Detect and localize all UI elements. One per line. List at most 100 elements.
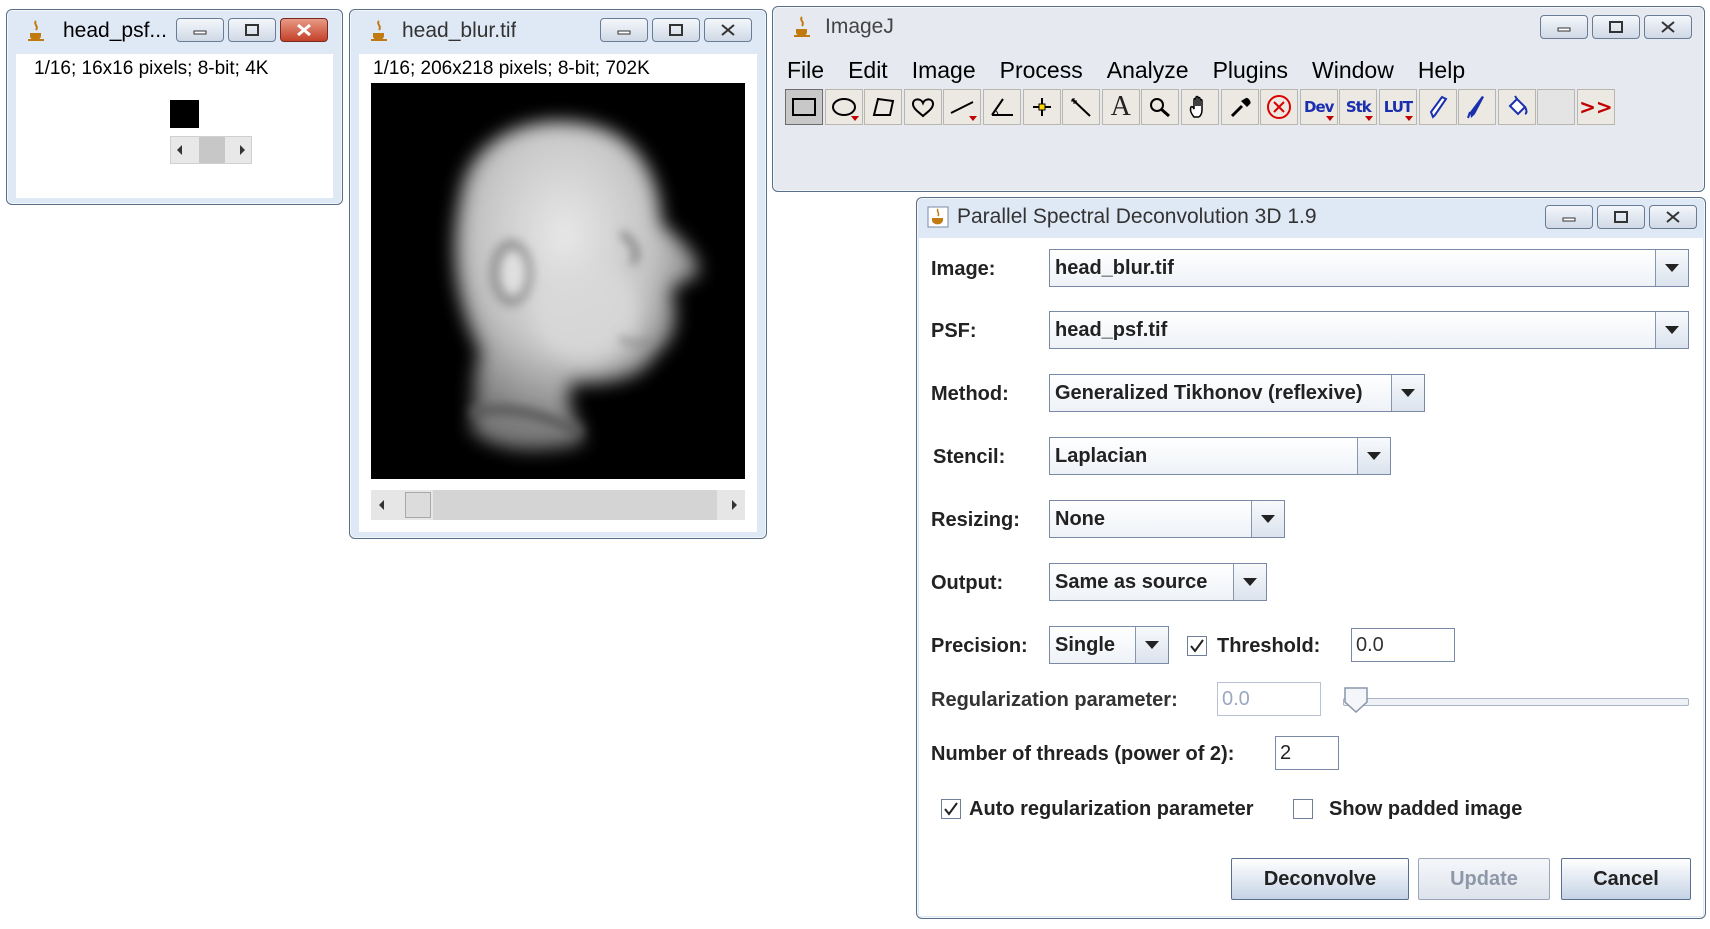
scroll-left-icon[interactable]	[177, 145, 182, 155]
stop-tool[interactable]	[1260, 89, 1299, 125]
show-padded-checkbox[interactable]	[1293, 799, 1313, 819]
threads-label: Number of threads (power of 2):	[931, 743, 1235, 765]
update-button[interactable]: Update	[1418, 858, 1550, 900]
slider-thumb[interactable]	[1343, 686, 1369, 714]
menu-bar: File Edit Image Process Analyze Plugins …	[775, 51, 1704, 89]
minimize-button[interactable]	[1540, 15, 1588, 39]
dialog-titlebar[interactable]: Parallel Spectral Deconvolution 3D 1.9	[917, 198, 1705, 236]
menu-image[interactable]: Image	[900, 57, 988, 84]
line-tool[interactable]	[943, 89, 982, 125]
pencil-icon	[1429, 95, 1447, 119]
auto-regularization-label: Auto regularization parameter	[969, 798, 1254, 820]
image-select[interactable]: head_blur.tif	[1049, 249, 1689, 287]
threshold-checkbox[interactable]	[1187, 636, 1207, 656]
stop-icon	[1267, 95, 1292, 119]
slice-scrollbar[interactable]	[170, 136, 252, 164]
scroll-right-icon[interactable]	[240, 145, 245, 155]
output-select[interactable]: Same as source	[1049, 563, 1267, 601]
angle-tool[interactable]	[982, 89, 1021, 125]
chevron-down-icon[interactable]	[1655, 250, 1688, 286]
angle-icon	[991, 98, 1013, 116]
menu-analyze[interactable]: Analyze	[1095, 57, 1201, 84]
more-tools-button[interactable]: >>	[1576, 89, 1615, 125]
scroll-track[interactable]	[433, 490, 717, 520]
dropper-tool[interactable]	[1220, 89, 1259, 125]
dropper-icon	[1230, 97, 1251, 118]
chevron-down-icon[interactable]	[1391, 375, 1424, 411]
rectangle-tool[interactable]	[785, 89, 823, 125]
polygon-tool[interactable]	[864, 89, 903, 125]
blurred-head-image[interactable]	[371, 83, 745, 479]
cancel-button[interactable]: Cancel	[1561, 858, 1691, 900]
minimize-button[interactable]	[1545, 205, 1593, 229]
pencil-tool[interactable]	[1418, 89, 1457, 125]
hand-tool[interactable]	[1180, 89, 1219, 125]
auto-regularization-checkbox[interactable]	[941, 799, 961, 819]
close-button[interactable]	[1649, 205, 1697, 229]
chevron-down-icon[interactable]	[1251, 501, 1284, 537]
stacks-menu-tool[interactable]: Stk	[1339, 89, 1378, 125]
scroll-thumb[interactable]	[405, 492, 431, 518]
minimize-button[interactable]	[176, 18, 224, 42]
scroll-thumb[interactable]	[199, 137, 225, 163]
chevron-down-icon[interactable]	[1135, 627, 1168, 663]
imagej-window: ImageJ File Edit Image Process Analyze P…	[772, 6, 1705, 192]
close-button[interactable]	[280, 18, 328, 42]
java-cup-icon	[927, 206, 949, 228]
point-tool[interactable]	[1022, 89, 1061, 125]
close-icon	[1661, 21, 1675, 33]
deconvolution-dialog: Parallel Spectral Deconvolution 3D 1.9 I…	[916, 197, 1706, 919]
psf-titlebar[interactable]: head_psf...	[7, 10, 342, 52]
psf-window: head_psf... 1/16; 16x16 pixels; 8-bit; 4…	[6, 9, 343, 205]
maximize-button[interactable]	[228, 18, 276, 42]
close-button[interactable]	[704, 18, 752, 42]
menu-window[interactable]: Window	[1300, 57, 1406, 84]
java-cup-icon	[370, 20, 388, 42]
chevron-down-icon[interactable]	[1233, 564, 1266, 600]
image-info: 1/16; 206x218 pixels; 8-bit; 702K	[373, 58, 650, 79]
output-label: Output:	[931, 572, 1004, 594]
minimize-button[interactable]	[600, 18, 648, 42]
oval-tool[interactable]	[824, 89, 863, 125]
stencil-select[interactable]: Laplacian	[1049, 437, 1391, 475]
lut-menu-tool[interactable]: LUT	[1378, 89, 1417, 125]
chevron-down-icon[interactable]	[1655, 312, 1688, 348]
resizing-select[interactable]: None	[1049, 500, 1285, 538]
flood-fill-tool[interactable]	[1497, 89, 1536, 125]
threads-input[interactable]	[1275, 736, 1339, 770]
maximize-button[interactable]	[1597, 205, 1645, 229]
brush-tool[interactable]	[1458, 89, 1497, 125]
scroll-right-icon[interactable]	[732, 500, 737, 510]
text-tool[interactable]: A	[1101, 89, 1140, 125]
java-cup-icon	[27, 20, 45, 42]
regularization-input[interactable]	[1217, 682, 1321, 716]
menu-help[interactable]: Help	[1406, 57, 1477, 84]
maximize-button[interactable]	[652, 18, 700, 42]
threshold-input[interactable]	[1351, 628, 1455, 662]
magnifier-tool[interactable]	[1141, 89, 1180, 125]
image-label: Image:	[931, 258, 996, 280]
stk-label: Stk	[1345, 98, 1372, 116]
maximize-button[interactable]	[1592, 15, 1640, 39]
menu-plugins[interactable]: Plugins	[1201, 57, 1300, 84]
dialog-title: Parallel Spectral Deconvolution 3D 1.9	[957, 205, 1317, 228]
deconvolve-button[interactable]: Deconvolve	[1231, 858, 1409, 900]
developer-menu-tool[interactable]: Dev	[1299, 89, 1338, 125]
close-button[interactable]	[1644, 15, 1692, 39]
method-select[interactable]: Generalized Tikhonov (reflexive)	[1049, 374, 1425, 412]
wand-tool[interactable]	[1062, 89, 1101, 125]
regularization-slider[interactable]	[1339, 686, 1689, 714]
freehand-tool[interactable]	[903, 89, 942, 125]
chevron-down-icon[interactable]	[1357, 438, 1390, 474]
imagej-titlebar[interactable]: ImageJ	[773, 7, 1704, 47]
slice-scrollbar[interactable]	[371, 490, 745, 520]
menu-edit[interactable]: Edit	[836, 57, 900, 84]
menu-file[interactable]: File	[775, 57, 836, 84]
menu-process[interactable]: Process	[988, 57, 1095, 84]
scroll-left-icon[interactable]	[379, 500, 384, 510]
precision-select[interactable]: Single	[1049, 626, 1169, 664]
blur-titlebar[interactable]: head_blur.tif	[350, 10, 766, 52]
psf-select[interactable]: head_psf.tif	[1049, 311, 1689, 349]
maximize-icon	[245, 24, 259, 36]
brush-icon	[1467, 96, 1485, 119]
